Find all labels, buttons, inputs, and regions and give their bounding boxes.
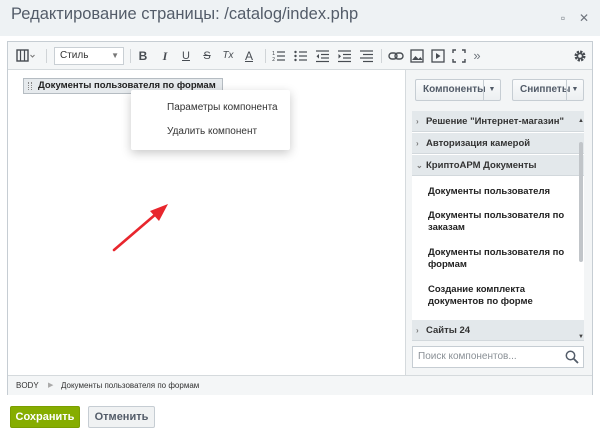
settings-button[interactable] [573,48,587,64]
chevron-down-icon[interactable]: ▼ [483,80,500,100]
gear-icon [574,50,586,62]
underline-button[interactable]: U [179,48,193,64]
window-title: Редактирование страницы: /catalog/index.… [11,5,359,23]
tab-snippets-label: Сниппеты [520,84,571,95]
components-sidebar: Компоненты ▼ Сниппеты ▼ › Решение "Интер… [405,70,592,375]
tab-components[interactable]: Компоненты ▼ [415,79,501,101]
scrollbar-thumb[interactable] [579,142,583,262]
fullscreen-icon [452,49,466,63]
tree-section-label: Авторизация камерой [426,138,531,149]
tree-section-expanded[interactable]: ⌄ КриптоАРМ Документы [412,155,584,176]
component-item[interactable]: Документы пользователя [428,186,578,198]
editor-statusbar: BODY ▶ Документы пользователя по формам [8,375,592,395]
bold-button[interactable]: B [136,48,150,64]
search-placeholder: Поиск компонентов... [418,351,517,362]
clear-format-button[interactable]: Tx [220,48,236,64]
chevron-down-icon: ⌄ [416,161,423,170]
text-color-button[interactable]: A [242,48,256,64]
tree-section[interactable]: › Авторизация камерой [412,133,584,154]
more-button[interactable]: » [471,48,483,64]
toolbar-separator [46,49,47,63]
html-editor: Стиль ▼ B I U S Tx A 12 » Документы поль… [7,41,593,395]
unordered-list-button[interactable] [294,48,308,64]
editor-toolbar: Стиль ▼ B I U S Tx A 12 » [8,42,592,70]
chevron-down-icon[interactable]: ▼ [566,80,583,100]
video-icon [431,49,445,63]
menu-item-delete-component[interactable]: Удалить компонент [167,126,257,137]
drag-handle-icon[interactable] [28,82,32,90]
tab-components-label: Компоненты [423,84,486,95]
indent-button[interactable] [338,48,352,64]
status-path[interactable]: Документы пользователя по формам [61,376,199,395]
view-mode-icon [16,49,35,62]
tree-section-label: Сайты 24 [426,325,471,336]
save-button[interactable]: Сохранить [10,406,80,428]
scroll-down-icon[interactable]: ▼ [578,334,584,340]
menu-item-component-params[interactable]: Параметры компонента [167,102,278,113]
chevron-right-icon: › [416,326,419,335]
align-icon [360,50,373,63]
link-button[interactable] [388,48,404,64]
components-tree: › Решение "Интернет-магазин" › Авторизац… [412,111,584,341]
context-menu: Параметры компонента Удалить компонент [131,90,290,150]
component-search-input[interactable]: Поиск компонентов... [412,346,584,368]
editor-content-area[interactable]: Документы пользователя по формам Парамет… [8,70,405,375]
fullscreen-button[interactable] [452,48,466,64]
component-item[interactable]: Создание комплекта документов по форме [428,284,578,308]
video-button[interactable] [431,48,445,64]
outdent-icon [316,50,329,63]
tree-section-label: КриптоАРМ Документы [426,160,537,171]
chevron-right-icon: › [416,117,419,126]
view-mode-button[interactable] [16,48,36,64]
component-item[interactable]: Документы пользователя по заказам [428,210,578,234]
style-select-value: Стиль [60,50,89,61]
toolbar-separator [381,49,382,63]
toolbar-separator [265,49,266,63]
toolbar-separator [130,49,131,63]
annotation-arrow-icon [112,204,168,252]
minimize-button[interactable]: ▫ [556,11,570,25]
scroll-up-icon[interactable]: ▲ [578,118,584,124]
component-item[interactable]: Документы пользователя по формам [428,247,578,271]
tab-snippets[interactable]: Сниппеты ▼ [512,79,584,101]
chevron-right-icon: ▶ [48,382,54,389]
chevron-down-icon: ▼ [111,51,119,60]
search-icon[interactable] [565,350,579,364]
window-titlebar: Редактирование страницы: /catalog/index.… [0,0,600,36]
link-icon [388,52,404,60]
unordered-list-icon [294,50,307,62]
indent-icon [338,50,351,63]
svg-text:2: 2 [272,57,275,63]
image-button[interactable] [410,48,424,64]
ordered-list-icon: 12 [272,51,285,63]
chevron-right-icon: › [416,139,419,148]
tree-section[interactable]: › Решение "Интернет-магазин" [412,111,584,132]
strikethrough-button[interactable]: S [200,48,214,64]
image-icon [410,49,424,63]
style-select[interactable]: Стиль ▼ [54,47,124,65]
italic-button[interactable]: I [158,48,172,64]
status-tag[interactable]: BODY [16,376,39,395]
align-button[interactable] [360,48,374,64]
tree-section-label: Решение "Интернет-магазин" [426,116,564,127]
sidebar-scrollbar[interactable]: ▲ ▼ [578,118,584,344]
close-button[interactable]: ✕ [577,11,591,25]
cancel-button[interactable]: Отменить [88,406,155,428]
outdent-button[interactable] [316,48,330,64]
tree-section[interactable]: › Сайты 24 [412,320,584,341]
ordered-list-button[interactable]: 12 [272,48,286,64]
